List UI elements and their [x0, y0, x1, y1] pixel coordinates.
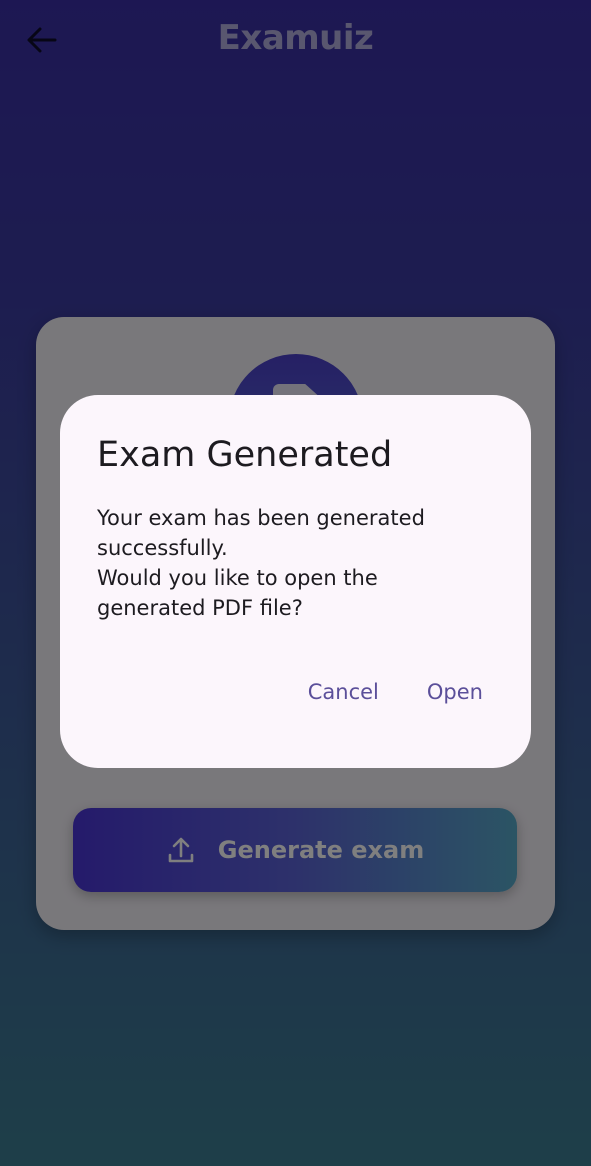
exam-generated-dialog: Exam Generated Your exam has been genera…	[60, 395, 531, 768]
dialog-message-line: Would you like to open the	[97, 566, 378, 590]
dialog-message-line: generated PDF file?	[97, 596, 303, 620]
dialog-message-line: successfully.	[97, 536, 228, 560]
open-button[interactable]: Open	[427, 680, 483, 704]
cancel-button[interactable]: Cancel	[308, 680, 379, 704]
app-screen: Examuiz Generate exam Exam Generated You…	[0, 0, 591, 1166]
dialog-message: Your exam has been generated successfull…	[97, 503, 497, 623]
dialog-actions: Cancel Open	[308, 680, 483, 704]
dialog-title: Exam Generated	[97, 435, 393, 475]
dialog-message-line: Your exam has been generated	[97, 506, 425, 530]
